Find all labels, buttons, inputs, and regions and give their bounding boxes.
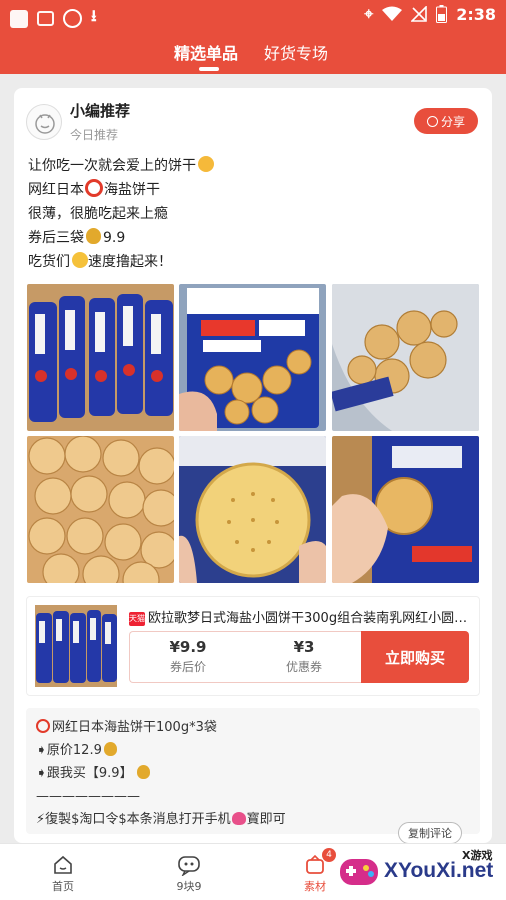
comment-line: ———————— — [36, 789, 140, 804]
product-title[interactable]: 天猫 欧拉歌梦日式海盐小圆饼干300g组合装南乳网红小圆饼干 — [129, 607, 469, 626]
post-card: 小编推荐 今日推荐 分享 让你吃一次就会爱上的饼干 网红日本 海盐饼干 很薄，很脆… — [14, 88, 492, 843]
heart-emoji-icon — [231, 812, 246, 825]
post-line: 券后三袋 — [28, 230, 84, 246]
nav-9-9[interactable]: 9块9 — [144, 852, 234, 894]
app-header: ⭳ ⌖ 2:38 精选单品 好货专场 — [0, 0, 506, 74]
tmall-badge-icon: 天猫 — [129, 612, 145, 626]
price-box: ¥9.9 券后价 ¥3 优惠券 — [129, 631, 363, 683]
nav-home-label: 首页 — [52, 880, 74, 893]
comment-line: 原价12.9 — [46, 743, 102, 758]
arrow-bullet-icon: ➧ — [36, 743, 47, 758]
signal-off-icon — [411, 6, 428, 22]
status-bar: ⭳ ⌖ 2:38 — [0, 0, 506, 28]
comment-line: 网红日本海盐饼干100g*3袋 — [52, 720, 217, 735]
post-line: 吃货们 — [28, 254, 70, 270]
product-photo[interactable] — [27, 284, 174, 431]
nav-home[interactable]: 首页 — [18, 852, 108, 894]
battery-icon — [436, 5, 448, 23]
post-line: 让你吃一次就会爱上的饼干 — [28, 158, 196, 174]
robot-avatar-icon — [35, 114, 55, 134]
chat-icon — [178, 856, 200, 876]
author-name: 小编推荐 — [70, 102, 131, 120]
product-photo[interactable] — [27, 436, 174, 583]
gamepad-logo-icon — [340, 859, 378, 885]
arrow-bullet-icon: ➧ — [36, 766, 47, 781]
home-icon — [54, 855, 72, 874]
money-bag-emoji-icon — [86, 228, 101, 244]
status-time: 2:38 — [456, 4, 496, 24]
heart-eyes-emoji-icon — [198, 156, 214, 172]
post-text: 让你吃一次就会爱上的饼干 网红日本 海盐饼干 很薄，很脆吃起来上瘾 券后三袋 9.9… — [28, 154, 214, 274]
post-line: 速度撸起来！ — [88, 254, 172, 270]
red-circle-icon — [36, 719, 50, 733]
comment-line: ⚡復製$淘口令$本条消息打开手机 — [36, 812, 231, 827]
comment-line: 寳即可 — [246, 812, 286, 827]
nav-9-9-label: 9块9 — [176, 880, 202, 893]
post-line: 9.9 — [103, 230, 126, 246]
photo-grid — [27, 284, 479, 584]
price-after-coupon: ¥9.9 — [169, 638, 207, 656]
screaming-emoji-icon — [72, 252, 88, 268]
post-line: 很薄，很脆吃起来上瘾 — [28, 206, 168, 222]
product-title-text: 欧拉歌梦日式海盐小圆饼干300g组合装南乳网红小圆饼干 — [148, 611, 469, 626]
active-tab-indicator — [199, 67, 219, 71]
share-label: 分享 — [440, 114, 465, 129]
money-bag-emoji-icon — [103, 742, 117, 756]
post-line: 网红日本 — [28, 182, 84, 198]
coupon-label: 优惠券 — [285, 660, 322, 674]
share-button[interactable]: 分享 — [414, 108, 478, 134]
money-bag-emoji-icon — [136, 765, 150, 779]
coupon-value: ¥3 — [293, 638, 315, 656]
notification-app-icon — [10, 9, 28, 28]
product-card[interactable]: 天猫 欧拉歌梦日式海盐小圆饼干300g组合装南乳网红小圆饼干 ¥9.9 券后价 ¥… — [26, 596, 480, 696]
comment-box: 网红日本海盐饼干100g*3袋 ➧原价12.9 ➧跟我买【9.9】 ——————… — [26, 708, 480, 834]
wifi-icon — [382, 6, 403, 21]
product-photo[interactable] — [332, 284, 479, 431]
buy-now-button[interactable]: 立即购买 — [361, 631, 469, 683]
product-photo[interactable] — [179, 436, 326, 583]
share-icon — [426, 115, 438, 127]
tab-good-goods[interactable]: 好货专场 — [264, 40, 328, 64]
smiley-icon — [63, 9, 82, 28]
product-photo[interactable] — [179, 284, 326, 431]
product-thumbnail[interactable] — [35, 605, 117, 687]
product-photo[interactable] — [332, 436, 479, 583]
post-time: 今日推荐 — [70, 128, 119, 142]
avatar[interactable] — [26, 104, 62, 140]
comment-line: 跟我买【9.9】 — [46, 766, 133, 781]
post-line: 海盐饼干 — [104, 182, 160, 198]
gallery-icon — [37, 11, 54, 26]
watermark: X游戏 XYouXi.net — [338, 845, 506, 900]
download-icon: ⭳ — [91, 6, 97, 25]
copy-comment-button[interactable]: 复制评论 — [398, 822, 462, 844]
red-circle-icon — [85, 179, 103, 197]
location-icon: ⌖ — [364, 4, 374, 23]
material-badge: 4 — [322, 848, 336, 862]
watermark-main-text: XYouXi.net — [384, 859, 494, 882]
price-after-coupon-label: 券后价 — [169, 660, 206, 674]
tab-selected-items[interactable]: 精选单品 — [174, 40, 238, 64]
